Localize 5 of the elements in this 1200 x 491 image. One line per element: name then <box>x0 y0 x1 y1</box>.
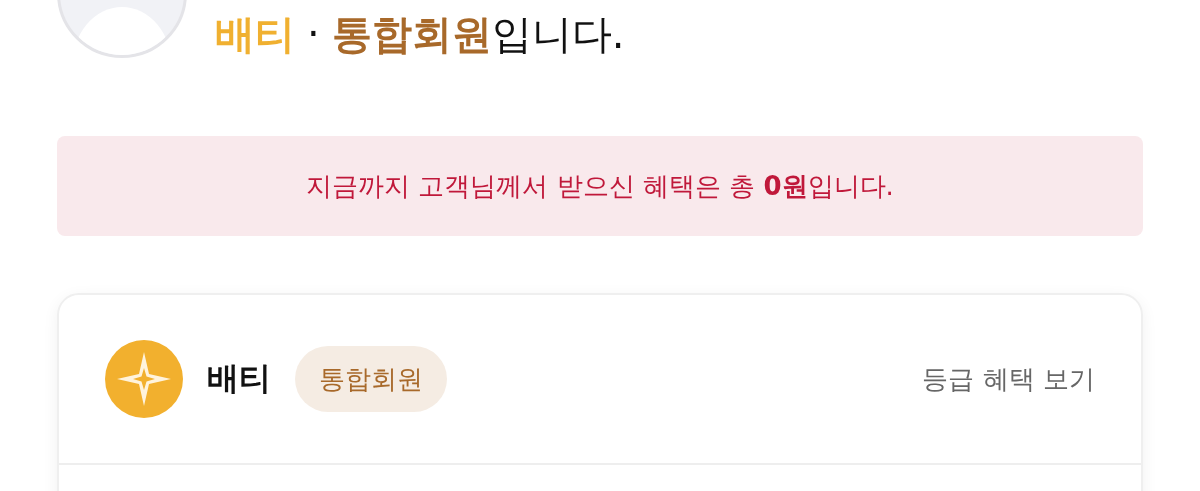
grade-benefits-link[interactable]: 등급 혜택 보기 <box>922 361 1095 397</box>
member-grade-headline: 배티 · 통합회원입니다. <box>215 14 625 58</box>
membership-badge: 통합회원 <box>295 346 447 412</box>
benefit-text: 지금까지 고객님께서 받으신 혜택은 총 0원입니다. <box>306 169 894 203</box>
grade-name: 배티 <box>207 358 271 399</box>
